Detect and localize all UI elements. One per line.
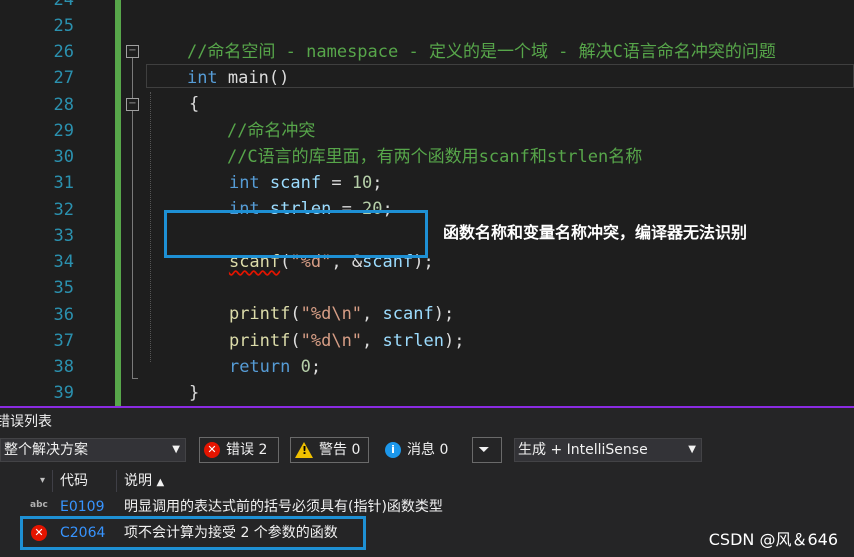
line-number: 27 bbox=[53, 68, 74, 88]
separator: , bbox=[362, 331, 383, 351]
line-number: 33 bbox=[53, 226, 74, 246]
scope-dropdown[interactable]: 整个解决方案 ▼ bbox=[0, 438, 186, 462]
sort-indicator-icon[interactable]: ▾ bbox=[40, 468, 45, 494]
line-number: 37 bbox=[53, 331, 74, 351]
code-line-36[interactable]: printf("%d\n", strlen); bbox=[188, 302, 464, 351]
line-number: 30 bbox=[53, 147, 74, 167]
source-dropdown[interactable]: 生成 + IntelliSense ▼ bbox=[514, 438, 702, 462]
line-number: 36 bbox=[53, 305, 74, 325]
errors-filter-label: 错误 2 bbox=[226, 442, 268, 458]
line-number: 35 bbox=[53, 278, 74, 298]
line-number: 31 bbox=[53, 173, 74, 193]
sort-ascending-icon: ▲ bbox=[156, 477, 165, 488]
warning-icon: ! bbox=[295, 442, 313, 458]
code-line-25[interactable]: //命名空间 - namespace - 定义的是一个域 - 解决C语言命名冲突… bbox=[146, 13, 776, 62]
line-number: 39 bbox=[53, 383, 74, 403]
annotation-text: 函数名称和变量名称冲突，编译器无法识别 bbox=[443, 223, 748, 242]
filter-button[interactable]: ⏷ bbox=[472, 437, 502, 463]
code-line-29[interactable]: //C语言的库里面，有两个函数用scanf和strlen名称 bbox=[186, 118, 642, 167]
panel-accent-bar bbox=[0, 406, 854, 408]
close-paren: ); bbox=[443, 331, 465, 351]
line-number: 29 bbox=[53, 121, 74, 141]
line-number-gutter: 24 25 26 27 28 29 30 31 32 33 34 35 36 3… bbox=[0, 0, 110, 406]
warnings-filter-button[interactable]: ! 警告 0 bbox=[290, 437, 369, 463]
source-dropdown-value: 生成 + IntelliSense bbox=[518, 442, 648, 458]
brace: } bbox=[188, 383, 200, 403]
highlight-box-error-row bbox=[20, 516, 366, 550]
highlight-box-scanf-call bbox=[164, 210, 428, 258]
code-line-30[interactable]: int scanf = 10; bbox=[188, 144, 383, 193]
chevron-down-icon: ▼ bbox=[172, 444, 180, 455]
code-line-38[interactable]: } bbox=[148, 354, 199, 403]
column-header-code[interactable]: 代码 bbox=[60, 468, 88, 494]
collapse-main-icon[interactable]: − bbox=[126, 45, 139, 58]
panel-title[interactable]: 错误列表 bbox=[0, 410, 52, 434]
number-literal: 0 bbox=[300, 357, 311, 377]
errors-filter-button[interactable]: ✕ 错误 2 bbox=[199, 437, 279, 463]
line-number: 28 bbox=[53, 95, 74, 115]
watermark: CSDN @风＆646 bbox=[708, 530, 838, 549]
code-editor[interactable]: 24 25 26 27 28 29 30 31 32 33 34 35 36 3… bbox=[0, 0, 854, 406]
code-line-37[interactable]: return 0; bbox=[188, 328, 321, 377]
messages-filter-label: 消息 0 bbox=[407, 442, 449, 458]
line-number: 26 bbox=[53, 42, 74, 62]
line-number: 25 bbox=[53, 16, 74, 36]
code-line-35[interactable]: printf("%d\n", scanf); bbox=[188, 275, 454, 324]
chevron-down-icon: ▼ bbox=[688, 444, 696, 455]
line-number: 38 bbox=[53, 357, 74, 377]
fold-guide-end bbox=[132, 378, 138, 379]
scope-dropdown-value: 整个解决方案 bbox=[4, 442, 88, 458]
change-tracking-bar bbox=[115, 0, 121, 406]
code-line-27[interactable]: { bbox=[148, 65, 199, 114]
info-icon: i bbox=[385, 442, 401, 458]
column-header-description[interactable]: 说明 ▲ bbox=[124, 468, 164, 494]
line-number: 24 bbox=[53, 0, 74, 10]
error-icon: ✕ bbox=[204, 442, 220, 458]
abc-intellisense-icon: abc bbox=[30, 500, 48, 510]
line-number: 34 bbox=[53, 252, 74, 272]
messages-filter-button[interactable]: i 消息 0 bbox=[380, 437, 462, 463]
code-line-31[interactable]: int strlen = 20; bbox=[188, 170, 393, 219]
line-number: 32 bbox=[53, 200, 74, 220]
keyword: return bbox=[228, 357, 291, 377]
semicolon: ; bbox=[310, 357, 322, 377]
column-divider[interactable] bbox=[116, 470, 117, 492]
variable: strlen bbox=[382, 331, 444, 351]
error-list-header: ▾ 代码 说明 ▲ bbox=[0, 468, 854, 494]
code-line-28[interactable]: //命名冲突 bbox=[186, 92, 315, 141]
collapse-comment-icon[interactable]: − bbox=[126, 98, 139, 111]
warnings-filter-label: 警告 0 bbox=[319, 442, 361, 458]
code-line-26[interactable]: int main() bbox=[146, 39, 289, 88]
column-divider[interactable] bbox=[52, 470, 53, 492]
function-signature: main() bbox=[217, 68, 290, 88]
funnel-icon: ⏷ bbox=[478, 442, 490, 458]
